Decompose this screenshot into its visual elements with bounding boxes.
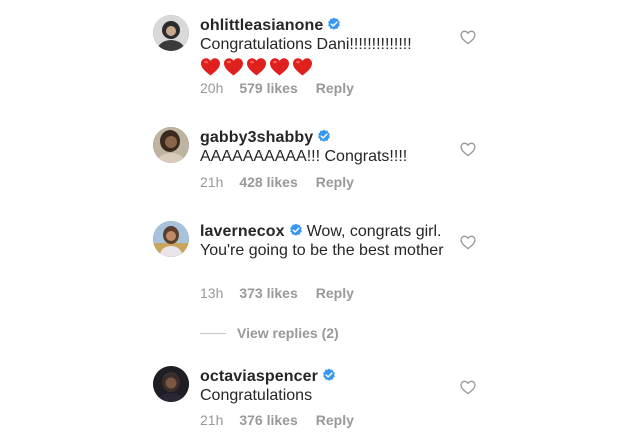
heart-outline-icon[interactable]: [460, 380, 476, 395]
comment-meta: 21h 428 likes Reply: [200, 174, 354, 190]
red-heart-emoji-icon: [246, 57, 267, 77]
view-replies-label[interactable]: View replies (2): [237, 325, 339, 341]
comment-username[interactable]: lavernecox: [200, 223, 285, 240]
comment-username[interactable]: octaviaspencer: [200, 368, 318, 385]
verified-badge-icon: [317, 129, 331, 143]
verified-badge-icon: [322, 368, 336, 382]
comment-meta: 20h 579 likes Reply: [200, 80, 354, 96]
heart-outline-icon[interactable]: [460, 235, 476, 250]
heart-outline-icon[interactable]: [460, 142, 476, 157]
avatar[interactable]: [153, 127, 189, 163]
view-replies-button[interactable]: View replies (2): [200, 325, 360, 343]
red-heart-emoji-icon: [223, 57, 244, 77]
comment-body: ohlittleasianone Congratulations Dani!!!…: [200, 16, 445, 79]
comment-text: Congratulations: [200, 387, 313, 404]
comment-username[interactable]: gabby3shabby: [200, 129, 313, 146]
avatar[interactable]: [153, 221, 189, 257]
comment-likes[interactable]: 376 likes: [239, 412, 297, 428]
reply-button[interactable]: Reply: [316, 80, 354, 96]
red-heart-emoji-icon: [269, 57, 290, 77]
avatar[interactable]: [153, 15, 189, 51]
avatar[interactable]: [153, 366, 189, 402]
comment-time[interactable]: 21h: [200, 412, 223, 428]
comment-body: lavernecox Wow, congrats girl. You're goi…: [200, 222, 445, 260]
comment-body: octaviaspencer Congratulations: [200, 367, 445, 405]
verified-badge-icon: [327, 17, 341, 31]
red-heart-emoji-icon: [292, 57, 313, 77]
comment-meta: 21h 376 likes Reply: [200, 412, 354, 428]
comment-meta: 13h 373 likes Reply: [200, 285, 354, 301]
comment-likes[interactable]: 373 likes: [239, 285, 297, 301]
comment-time[interactable]: 20h: [200, 80, 223, 96]
red-heart-emoji-icon: [200, 57, 221, 77]
comment-likes[interactable]: 428 likes: [239, 174, 297, 190]
heart-outline-icon[interactable]: [460, 30, 476, 45]
verified-badge-icon: [289, 223, 303, 237]
comment-time[interactable]: 21h: [200, 174, 223, 190]
comment-text: AAAAAAAAAA!!! Congrats!!!!: [200, 148, 408, 165]
reply-button[interactable]: Reply: [316, 174, 354, 190]
reply-button[interactable]: Reply: [316, 412, 354, 428]
comment-likes[interactable]: 579 likes: [239, 80, 297, 96]
comment-text: Congratulations Dani!!!!!!!!!!!!!!: [200, 36, 412, 53]
emoji-row: [200, 57, 445, 79]
replies-divider-line: [200, 333, 226, 334]
comment-body: gabby3shabby AAAAAAAAAA!!! Congrats!!!!: [200, 128, 445, 166]
comment-username[interactable]: ohlittleasianone: [200, 17, 323, 34]
comment-time[interactable]: 13h: [200, 285, 223, 301]
reply-button[interactable]: Reply: [316, 285, 354, 301]
